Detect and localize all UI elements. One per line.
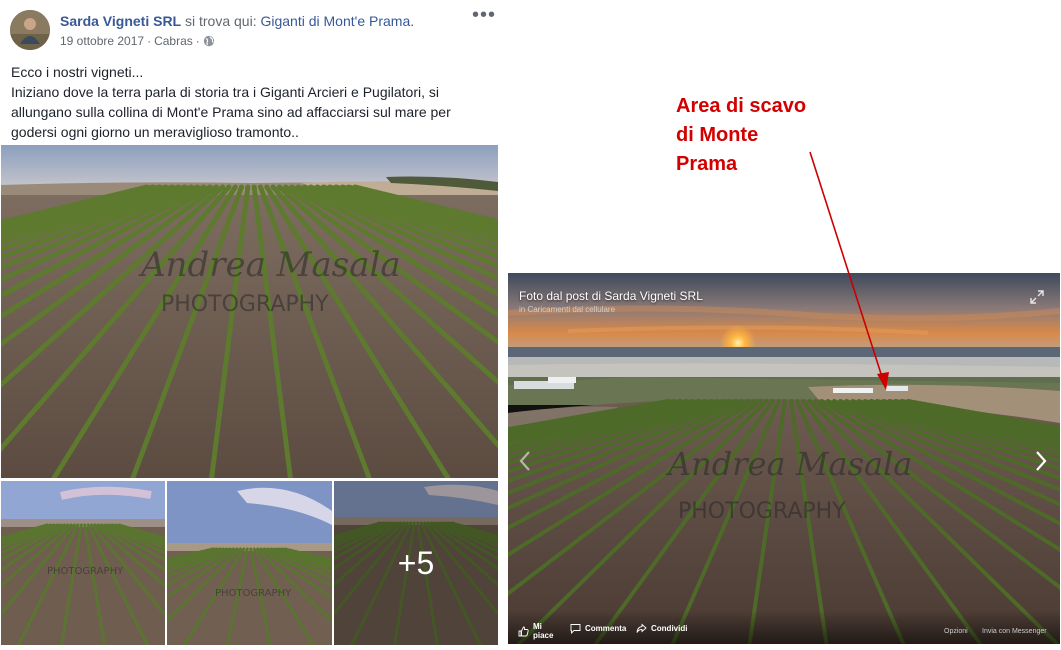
post-meta: 19 ottobre 2017 · Cabras · — [60, 34, 215, 48]
post-photo-thumbnail[interactable]: +5 — [334, 481, 498, 645]
post-photo-thumbnail[interactable]: PHOTOGRAPHY — [1, 481, 165, 645]
like-label: Mi piace — [533, 622, 554, 640]
post-text-body: Iniziano dove la terra parla di storia t… — [11, 84, 451, 140]
send-with-messenger-link[interactable]: Invia con Messenger — [982, 628, 1047, 635]
location-prefix: si trova qui: — [185, 13, 257, 29]
location-link[interactable]: Giganti di Mont'e Prama. — [260, 13, 414, 29]
post-photo-main[interactable]: Andrea Masala PHOTOGRAPHY — [1, 145, 498, 478]
photo-viewer: Andrea Masala PHOTOGRAPHY Foto dal post … — [508, 273, 1060, 644]
post-header: Sarda Vigneti SRL si trova qui: Giganti … — [60, 13, 414, 29]
share-button[interactable]: Condividi — [636, 623, 687, 634]
post-photo-thumbnail[interactable]: PHOTOGRAPHY — [167, 481, 332, 645]
post-text-line: Ecco i nostri vigneti... — [11, 64, 144, 80]
author-avatar[interactable] — [10, 10, 50, 50]
globe-icon[interactable] — [203, 35, 215, 47]
share-label: Condividi — [651, 624, 688, 633]
options-link[interactable]: Opzioni — [944, 628, 968, 635]
annotation-line: Area di scavo — [676, 95, 807, 117]
annotation-line: di Monte — [676, 124, 759, 146]
meta-separator: · — [147, 34, 152, 48]
like-button[interactable]: Mi piace — [518, 622, 555, 640]
annotation-line: Prama — [676, 153, 738, 175]
viewer-title: Foto dal post di Sarda Vigneti SRL — [519, 289, 703, 303]
comment-button[interactable]: Commenta — [570, 623, 626, 634]
screenshot-composite: Sarda Vigneti SRL si trova qui: Giganti … — [0, 0, 1061, 650]
comment-icon — [570, 624, 581, 634]
facebook-post: Sarda Vigneti SRL si trova qui: Giganti … — [0, 0, 500, 650]
viewer-photo[interactable] — [508, 273, 1060, 644]
author-name-link[interactable]: Sarda Vigneti SRL — [60, 13, 181, 29]
place-link[interactable]: Cabras — [154, 34, 193, 48]
post-text: Ecco i nostri vigneti... Iniziano dove l… — [11, 62, 491, 142]
thumbs-up-icon — [518, 626, 529, 636]
viewer-album-link[interactable]: in Caricamenti dal cellulare — [519, 305, 615, 314]
post-date-link[interactable]: 19 ottobre 2017 — [60, 34, 144, 48]
fullscreen-expand-icon[interactable] — [1030, 290, 1044, 304]
viewer-action-bar: Mi piace Commenta Condividi Opzioni Invi… — [508, 610, 1060, 644]
excavation-area-annotation: Area di scavo di Monte Prama — [676, 92, 836, 179]
meta-separator: · — [195, 34, 200, 48]
comment-label: Commenta — [585, 624, 627, 633]
more-photos-overlay[interactable]: +5 — [334, 481, 498, 645]
next-photo-icon[interactable] — [1032, 449, 1050, 473]
more-options-icon[interactable]: ••• — [472, 5, 495, 27]
previous-photo-icon[interactable] — [516, 449, 534, 473]
more-photos-count: +5 — [397, 544, 435, 581]
share-icon — [636, 623, 647, 633]
